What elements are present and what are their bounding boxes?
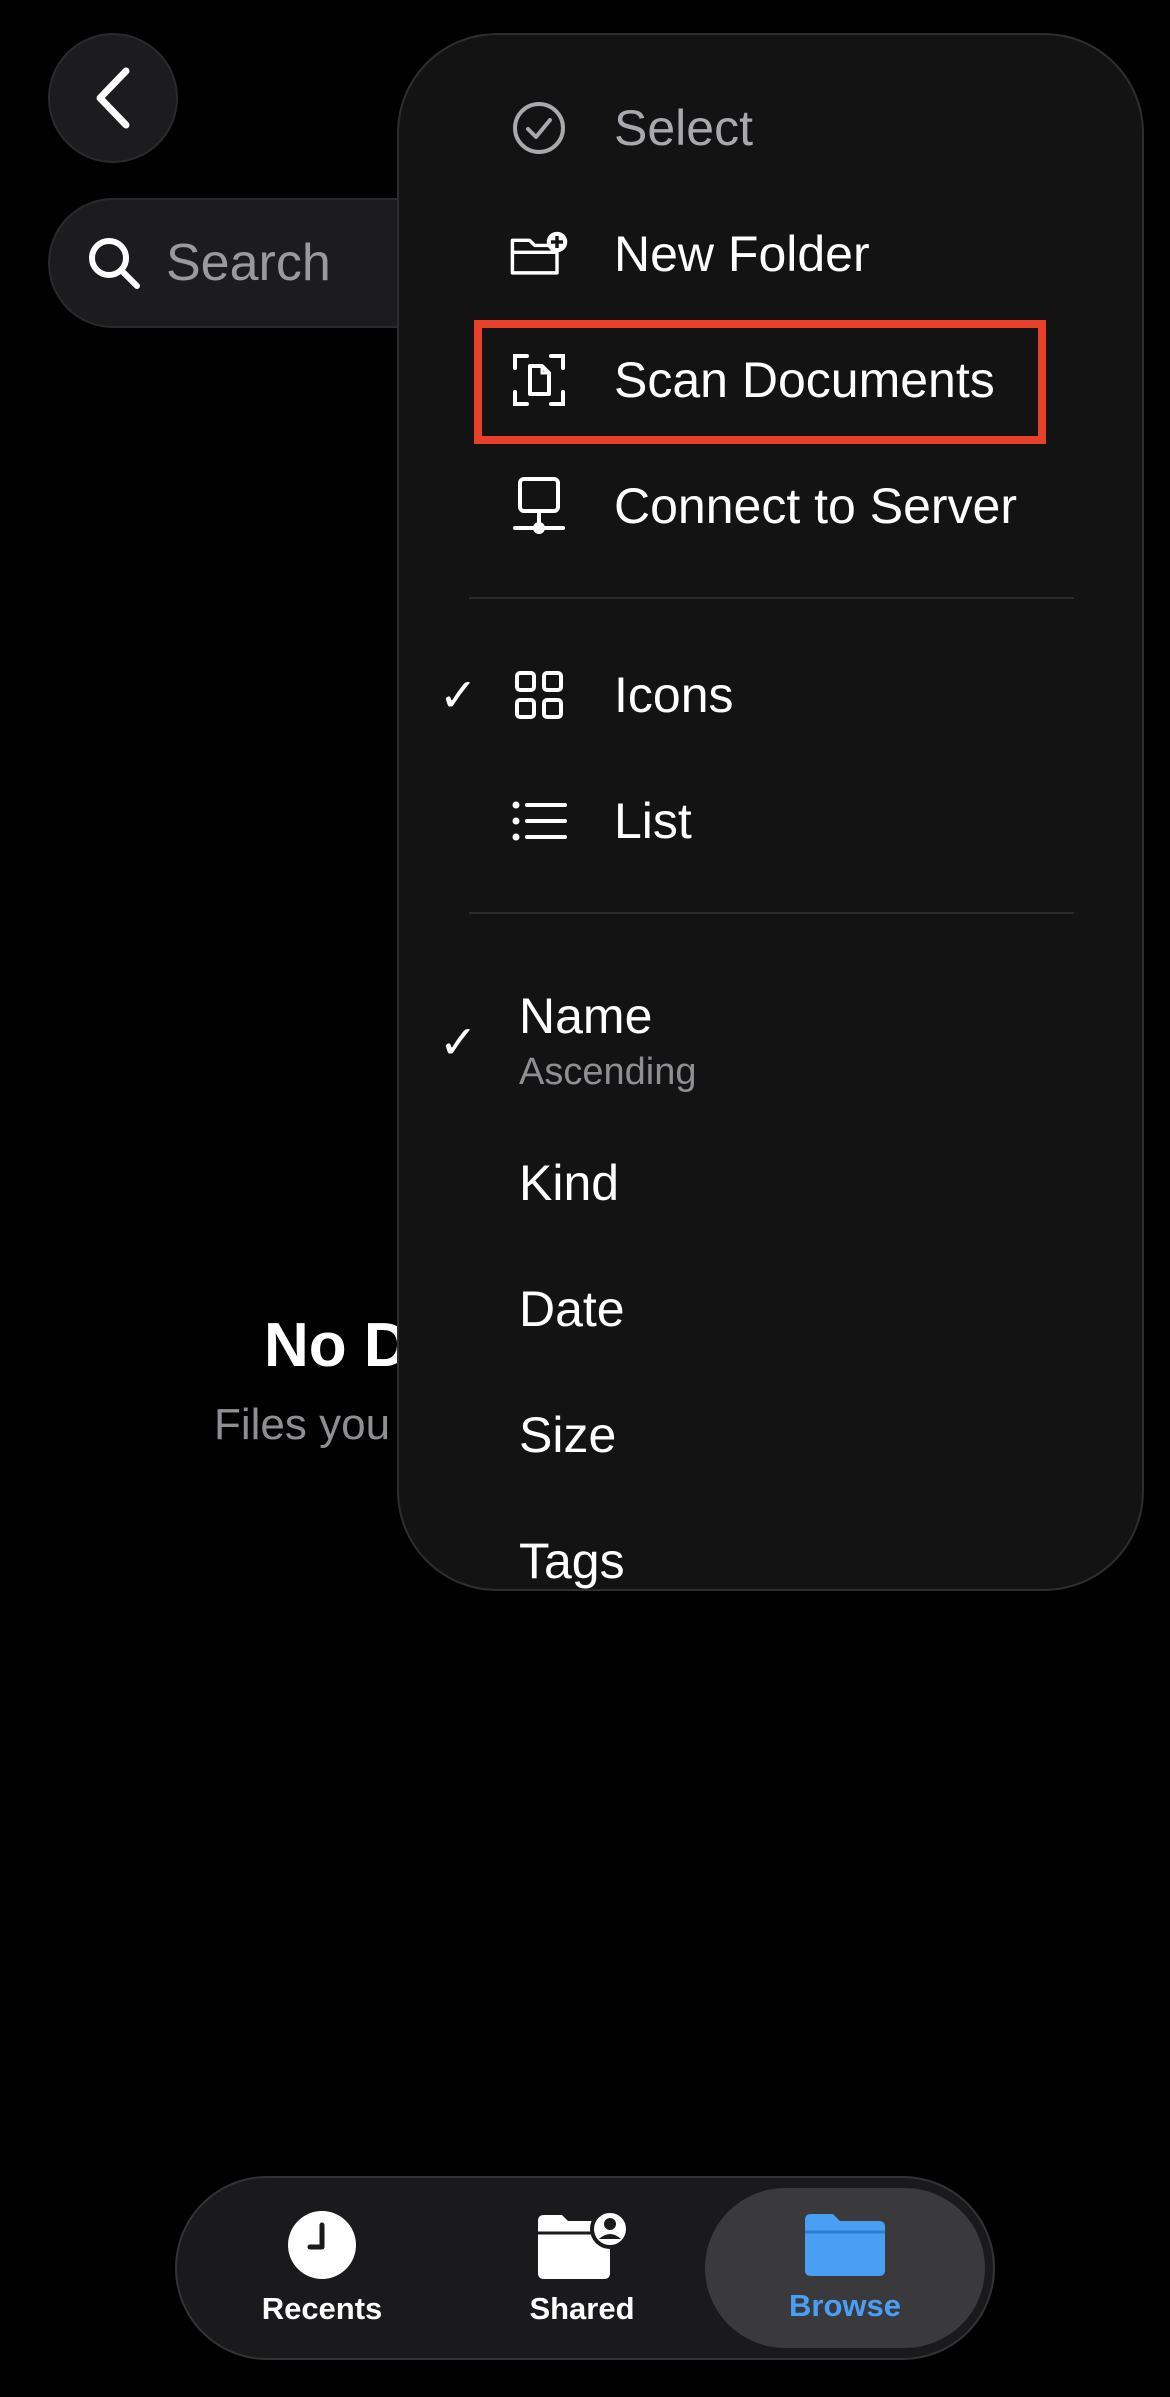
tab-browse[interactable]: Browse: [705, 2188, 985, 2348]
options-menu: Select New Folder Scan Documents Connect…: [397, 33, 1144, 1591]
empty-state-title: No D: [264, 1311, 409, 1380]
tab-shared[interactable]: Shared: [467, 2178, 697, 2358]
menu-item-label: Name: [519, 988, 653, 1044]
search-icon: [89, 238, 140, 289]
menu-item-sort-name[interactable]: ✓ Name Ascending: [399, 965, 1142, 1115]
menu-item-new-folder[interactable]: New Folder: [399, 199, 1142, 309]
tab-label: Shared: [529, 2291, 635, 2326]
menu-item-sort-kind[interactable]: Kind: [399, 1128, 1142, 1238]
grid-icon: [515, 671, 563, 719]
menu-item-label: Size: [519, 1407, 617, 1463]
menu-item-label: Kind: [519, 1155, 620, 1211]
menu-item-label: Select: [614, 100, 753, 156]
folder-plus-icon: [510, 231, 568, 275]
menu-item-sort-size[interactable]: Size: [399, 1380, 1142, 1490]
tab-bar: Recents Shared Browse: [175, 2176, 995, 2360]
menu-item-label: New Folder: [614, 226, 870, 282]
empty-state-subtitle: Files you: [214, 1400, 391, 1449]
menu-item-label: Connect to Server: [614, 478, 1017, 534]
checkmark-icon: ✓: [439, 669, 478, 721]
menu-item-label: List: [614, 793, 692, 849]
menu-item-sort-tags[interactable]: Tags: [399, 1506, 1142, 1589]
menu-item-view-icons[interactable]: ✓ Icons: [399, 640, 1142, 750]
tab-label: Recents: [261, 2291, 383, 2326]
menu-item-label: Tags: [519, 1533, 625, 1589]
server-monitor-icon: [513, 477, 565, 534]
checkmark-icon: ✓: [439, 1016, 478, 1068]
clock-icon: [288, 2211, 356, 2279]
menu-item-sort-date[interactable]: Date: [399, 1254, 1142, 1364]
highlight-box: [474, 320, 1046, 444]
tab-label: Browse: [789, 2288, 901, 2323]
search-placeholder: Search: [166, 234, 331, 292]
shared-folder-icon: [538, 2209, 630, 2279]
back-button[interactable]: [48, 33, 178, 163]
menu-item-sublabel: Ascending: [519, 1051, 697, 1093]
list-icon: [512, 801, 567, 841]
chevron-left-icon: [96, 67, 130, 129]
menu-divider: [469, 597, 1074, 599]
menu-item-view-list[interactable]: List: [399, 766, 1142, 876]
tab-recents[interactable]: Recents: [207, 2178, 437, 2358]
menu-item-label: Date: [519, 1281, 625, 1337]
menu-item-connect-to-server[interactable]: Connect to Server: [399, 451, 1142, 561]
menu-item-label: Icons: [614, 667, 734, 723]
checkmark-circle-icon: [513, 102, 565, 154]
menu-divider: [469, 912, 1074, 914]
menu-item-select[interactable]: Select: [399, 73, 1142, 183]
folder-icon: [805, 2214, 885, 2276]
